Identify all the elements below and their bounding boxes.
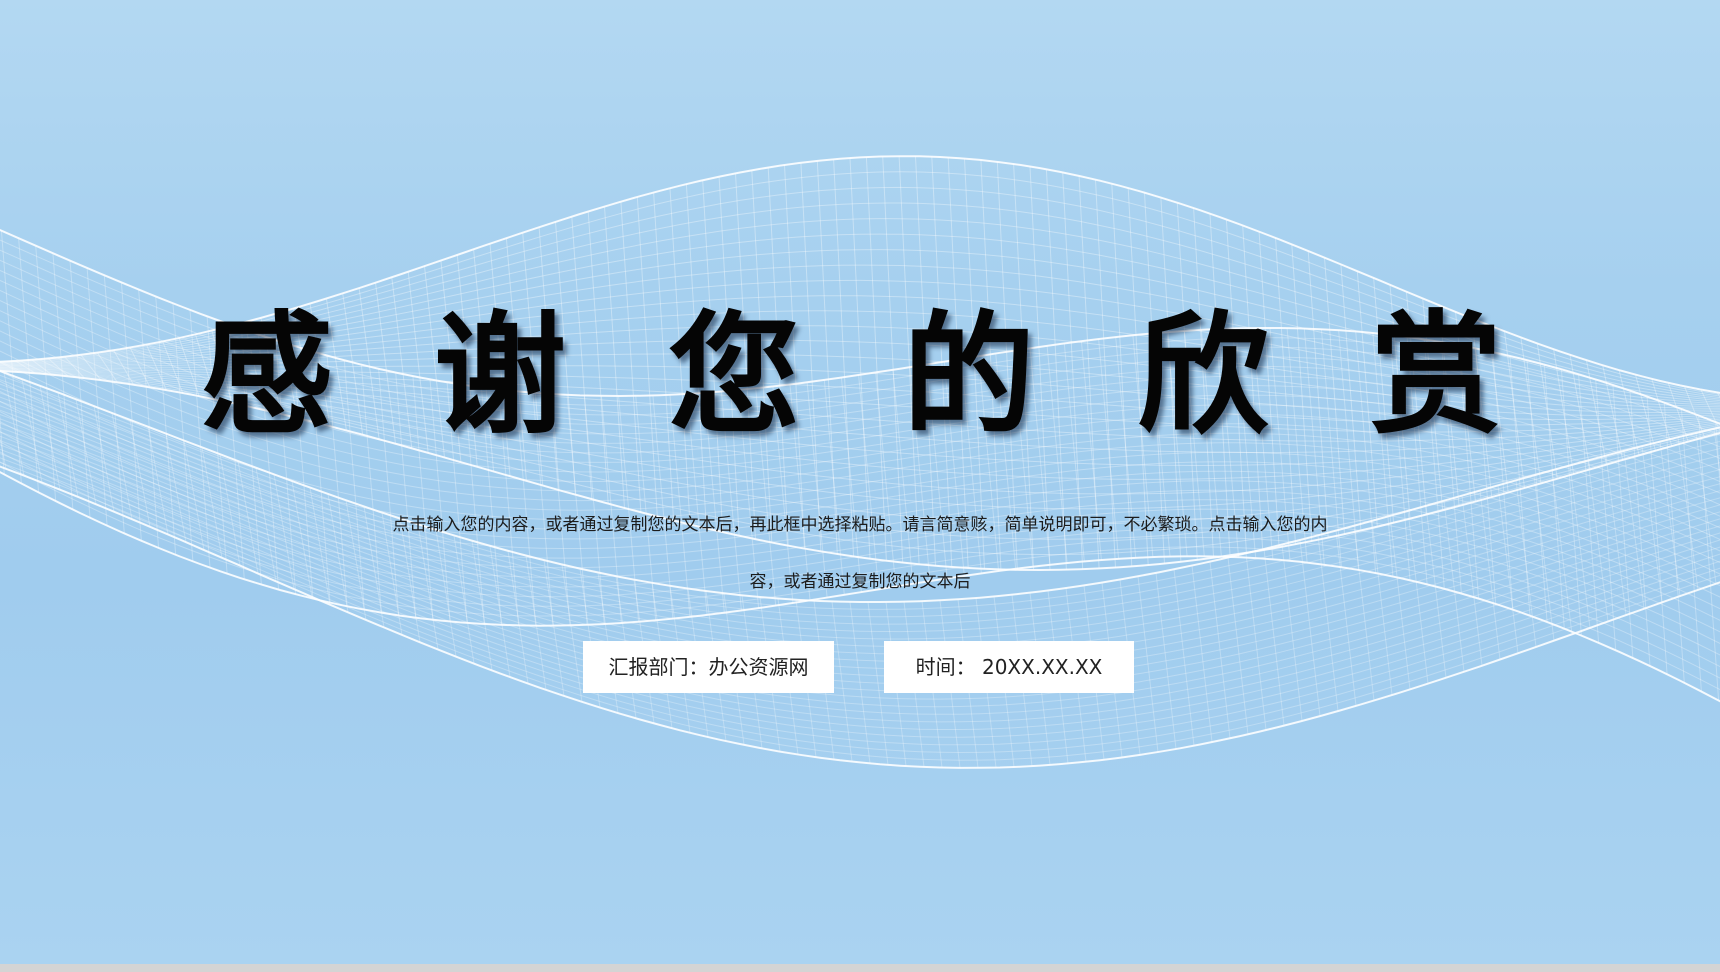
bottom-strip <box>0 964 1720 972</box>
title-char-1: 感 <box>201 299 333 453</box>
title-char-2: 谢 <box>434 299 566 453</box>
title-char-6: 赏 <box>1370 299 1502 453</box>
title-char-5: 欣 <box>1137 299 1269 453</box>
description-line-2: 容，或者通过复制您的文本后 <box>749 572 971 592</box>
title-char-3: 您 <box>668 299 800 453</box>
page-title: 感 谢 您 的 欣 赏 <box>0 296 1720 456</box>
title-char-4: 的 <box>903 299 1035 453</box>
thank-you-slide: 感 谢 您 的 欣 赏 点击输入您的内容，或者通过复制您的文本后，再此框中选择粘… <box>0 0 1720 964</box>
department-label: 汇报部门：办公资源网 <box>583 641 834 693</box>
time-label: 时间： 20XX.XX.XX <box>884 641 1134 693</box>
mesh-wave-background <box>0 155 1720 769</box>
description-line-1: 点击输入您的内容，或者通过复制您的文本后，再此框中选择粘贴。请言简意赅，简单说明… <box>392 515 1328 535</box>
